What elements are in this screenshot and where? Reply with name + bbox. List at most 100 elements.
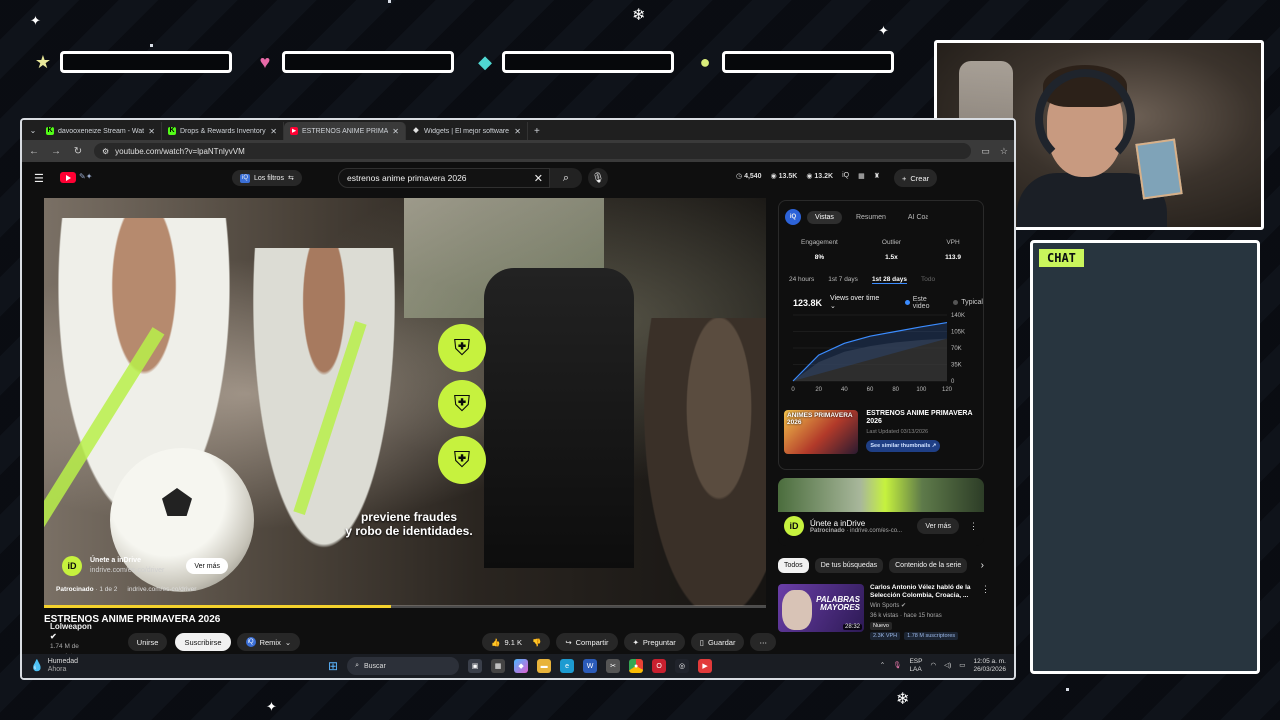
- tab-resumen[interactable]: Resumen: [848, 211, 894, 224]
- tab-kick-drops[interactable]: K Drops & Rewards Inventory - Kick ✕: [162, 122, 284, 140]
- indrive-logo-icon[interactable]: iD: [62, 556, 82, 576]
- back-icon[interactable]: ←: [28, 146, 40, 157]
- sidebar-ad-more-button[interactable]: Ver más: [917, 518, 959, 534]
- period-24h[interactable]: 24 hours: [789, 276, 814, 284]
- recommended-video[interactable]: PALABRAS MAYORES 28:32 Carlos Antonio Vé…: [778, 584, 990, 646]
- weather-widget[interactable]: 💧 Humedad Ahora: [30, 658, 78, 674]
- file-explorer-icon[interactable]: ▬: [537, 659, 552, 673]
- site-info-icon[interactable]: ⚙: [102, 147, 109, 156]
- heart-icon: ♥: [259, 52, 271, 72]
- grid-icon[interactable]: ▦: [858, 172, 865, 180]
- url-field[interactable]: ⚙ youtube.com/watch?v=lpaNTnlyvVM: [94, 143, 972, 159]
- save-button[interactable]: ▯ Guardar: [690, 633, 745, 651]
- join-button[interactable]: Unirse: [127, 633, 168, 651]
- battery-icon[interactable]: ▭: [959, 662, 965, 670]
- clock[interactable]: 12:05 a. m. 26/03/2026: [973, 658, 1006, 674]
- kebab-menu-icon[interactable]: ⋮: [981, 584, 990, 646]
- reload-icon[interactable]: ↻: [72, 146, 84, 157]
- share-button[interactable]: ↪ Compartir: [556, 633, 618, 651]
- tab-widgets[interactable]: ◆ Widgets | El mejor software para strea…: [406, 122, 528, 140]
- new-tab-icon[interactable]: +: [534, 126, 540, 137]
- menu-icon[interactable]: ☰: [34, 172, 44, 185]
- search-input[interactable]: estrenos anime primavera 2026 ✕: [338, 168, 550, 188]
- chrome-icon[interactable]: ●: [629, 659, 644, 673]
- chip-searches[interactable]: De tus búsquedas: [814, 558, 884, 573]
- bookmark-star-icon[interactable]: ☆: [1000, 146, 1008, 157]
- ad-more-button[interactable]: Ver más: [186, 558, 228, 574]
- thumbs-down-icon[interactable]: 👎: [532, 638, 541, 647]
- recommended-thumbnail[interactable]: PALABRAS MAYORES 28:32: [778, 584, 864, 632]
- chevron-up-icon[interactable]: ⌃: [880, 662, 885, 670]
- edge-icon[interactable]: e: [560, 659, 575, 673]
- related-thumbnail[interactable]: ANIMES PRIMAVERA 2026: [784, 410, 859, 454]
- period-28d[interactable]: 1st 28 days: [871, 276, 907, 284]
- chevron-right-icon[interactable]: ›: [981, 560, 984, 571]
- related-thumbnail-card[interactable]: ANIMES PRIMAVERA 2026 ESTRENOS ANIME PRI…: [784, 410, 984, 458]
- youtube-logo-icon[interactable]: [60, 172, 76, 183]
- vidiq-tabs: iQ Vistas Resumen AI Coach: [785, 209, 928, 225]
- voice-search-button[interactable]: 🎙: [588, 168, 608, 188]
- chevron-down-icon: ⌄: [284, 637, 292, 647]
- subscribe-button[interactable]: Suscribirse: [175, 633, 231, 651]
- more-actions-button[interactable]: ⋯: [750, 633, 776, 651]
- opera-icon[interactable]: O: [652, 659, 667, 673]
- views-mode-dropdown[interactable]: Views over time ⌄: [830, 295, 887, 310]
- system-tray: ⌃ 🎙 ESP LAA ◠ ◁) ▭ 12:05 a. m. 26/03/202…: [880, 658, 1006, 674]
- similar-thumbnails-button[interactable]: See similar thumbnails ↗: [866, 440, 941, 452]
- trophy-icon[interactable]: ♜: [874, 172, 880, 180]
- tab-ai-coach[interactable]: AI Coach: [900, 211, 928, 224]
- widgets-app-icon[interactable]: ▦: [491, 659, 506, 673]
- windows-taskbar: 💧 Humedad Ahora ⊞ ⌕ Buscar ▣ ▦ ◆ ▬ e W ✂…: [22, 654, 1014, 678]
- windows-start-icon[interactable]: ⊞: [328, 659, 338, 673]
- sidebar-ad-card[interactable]: iD Únete a inDrive Patrocinado · indrive…: [778, 478, 984, 546]
- views-stat: ◉ 13.5K: [770, 173, 798, 180]
- video-progress-bar[interactable]: [44, 605, 766, 608]
- language-indicator[interactable]: ESP LAA: [909, 658, 922, 674]
- video-player[interactable]: ⛨ ⛨ ⛨ previene fraudes y robo de identid…: [44, 198, 766, 606]
- ask-button[interactable]: ✦ Preguntar: [623, 633, 685, 651]
- task-view-icon[interactable]: ▣: [468, 659, 483, 673]
- chip-all[interactable]: Todos: [778, 558, 809, 573]
- pixel-dot: [1066, 688, 1069, 691]
- thumbs-up-icon: 👍: [491, 637, 501, 647]
- media-app-icon[interactable]: ▶: [698, 659, 713, 673]
- snipping-tool-icon[interactable]: ✂: [606, 659, 621, 673]
- x-tick-label: 100: [916, 387, 927, 393]
- kick-icon: K: [168, 127, 176, 135]
- tab-youtube[interactable]: ▶ ESTRENOS ANIME PRIMAVERA 2026 ✕: [284, 122, 406, 140]
- close-icon[interactable]: ✕: [270, 127, 277, 136]
- vidiq-icon[interactable]: iQ: [842, 172, 849, 180]
- remix-button[interactable]: iQ Remix ⌄: [236, 633, 301, 651]
- tab-kick-stream[interactable]: K davooxeneize Stream - Watch Live ✕: [40, 122, 162, 140]
- channel-row: Lolweapon ✔ 1.74 M de suscriptores Unirs…: [44, 622, 776, 660]
- views-header: 123.8K Views over time ⌄ Este video Typi…: [793, 295, 983, 310]
- word-icon[interactable]: W: [583, 659, 598, 673]
- sidebar-ad-text: Únete a inDrive Patrocinado · indrive.co…: [810, 518, 903, 534]
- vidiq-icon[interactable]: iQ: [785, 209, 801, 225]
- sidebar-ad-row: iD Únete a inDrive Patrocinado · indrive…: [778, 512, 984, 540]
- tab-vistas[interactable]: Vistas: [807, 210, 842, 224]
- mic-icon[interactable]: 🎙: [893, 662, 901, 670]
- cast-icon[interactable]: ▭: [981, 146, 990, 157]
- period-all[interactable]: Todo: [921, 276, 935, 284]
- chip-series[interactable]: Contenido de la serie: [889, 558, 968, 573]
- create-button[interactable]: + Crear: [894, 169, 938, 187]
- close-icon[interactable]: ✕: [514, 127, 521, 136]
- close-icon[interactable]: ✕: [148, 127, 155, 136]
- volume-icon[interactable]: ◁): [944, 662, 951, 670]
- period-7d[interactable]: 1st 7 days: [828, 276, 858, 284]
- new-badge: Nuevo: [870, 622, 892, 630]
- forward-icon[interactable]: →: [50, 146, 62, 157]
- close-icon[interactable]: ✕: [392, 127, 399, 136]
- obs-icon[interactable]: ◎: [675, 659, 690, 673]
- copilot-icon[interactable]: ◆: [514, 659, 529, 673]
- taskbar-search[interactable]: ⌕ Buscar: [347, 657, 460, 675]
- wifi-icon[interactable]: ◠: [930, 662, 936, 670]
- search-button[interactable]: ⌕: [550, 168, 582, 188]
- tab-search-icon[interactable]: ⌄: [26, 123, 40, 137]
- like-button[interactable]: 👍 9.1 K 👎: [482, 633, 551, 651]
- clear-icon[interactable]: ✕: [534, 172, 543, 185]
- filters-button[interactable]: iQ Los filtros ⇆: [232, 170, 302, 186]
- kebab-menu-icon[interactable]: ⋮: [969, 521, 978, 532]
- mic-icon: 🎙: [591, 172, 605, 184]
